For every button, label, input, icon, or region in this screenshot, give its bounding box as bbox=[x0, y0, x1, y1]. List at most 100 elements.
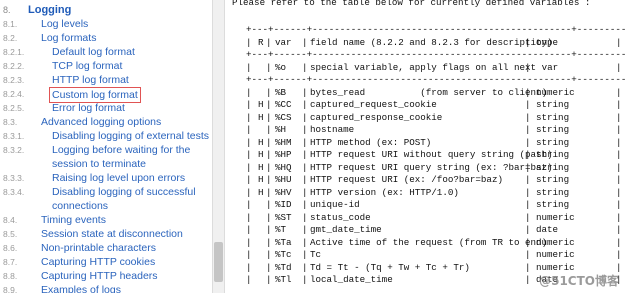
cell-border: | bbox=[266, 174, 272, 185]
toc-item[interactable]: 8.3. Advanced logging options bbox=[0, 115, 200, 129]
cell-border: | bbox=[266, 136, 272, 148]
cell-r: H bbox=[258, 111, 264, 123]
cell-border: | bbox=[525, 161, 531, 173]
toc-item-number: 8.1. bbox=[3, 19, 18, 29]
toc-item[interactable]: 8.2.2. TCP log format bbox=[0, 59, 200, 73]
cell-r: H bbox=[258, 161, 264, 173]
cell-type: string bbox=[536, 111, 570, 123]
cell-border: | bbox=[246, 124, 252, 135]
toc-item[interactable]: 8.7. Capturing HTTP cookies bbox=[0, 255, 200, 269]
cell-border: | bbox=[266, 274, 272, 285]
toc-item-link[interactable]: Examples of logs bbox=[41, 283, 121, 293]
cell-border: | bbox=[525, 261, 531, 273]
cell-type: string bbox=[536, 136, 570, 148]
table-row: | | %T | gmt_date_time | date | bbox=[226, 224, 625, 236]
cell-border: | bbox=[302, 224, 308, 235]
cell-type: string bbox=[536, 199, 570, 210]
toc-item[interactable]: 8.6. Non-printable characters bbox=[0, 241, 200, 255]
cell-border: | bbox=[246, 36, 252, 48]
toc-item-link[interactable]: Non-printable characters bbox=[41, 241, 156, 255]
cell-border: | bbox=[266, 186, 272, 198]
cell-r: H bbox=[258, 186, 264, 198]
toc-item-link[interactable]: TCP log format bbox=[52, 59, 122, 73]
toc-item-link[interactable]: Disabling logging of successful connecti… bbox=[52, 185, 202, 213]
cell-var: %Tl bbox=[275, 274, 292, 285]
cell-border: | bbox=[616, 99, 622, 110]
cell-field: bytes_read (from server to client) bbox=[310, 86, 548, 98]
toc-item[interactable]: 8.2.3. HTTP log format bbox=[0, 73, 200, 87]
cell-r: H bbox=[258, 174, 264, 185]
toc-item[interactable]: 8.1. Log levels bbox=[0, 17, 200, 31]
cell-r: H bbox=[258, 99, 264, 110]
cell-border: | bbox=[616, 111, 622, 123]
toc-item-link[interactable]: Session state at disconnection bbox=[41, 227, 183, 241]
toc-item-link[interactable]: Disabling logging of external tests bbox=[52, 129, 209, 143]
toc-item-number: 8.2.5. bbox=[3, 103, 25, 113]
toc-item[interactable]: 8.8. Capturing HTTP headers bbox=[0, 269, 200, 283]
toc-item[interactable]: 8.3.3. Raising log level upon errors bbox=[0, 171, 200, 185]
toc-item[interactable]: 8.3.2. Logging before waiting for the ses… bbox=[0, 143, 200, 171]
toc-item-link[interactable]: Timing events bbox=[41, 213, 106, 227]
cell-border: | bbox=[525, 86, 531, 98]
toc-item[interactable]: 8.2. Log formats bbox=[0, 31, 200, 45]
cell-border: | bbox=[302, 149, 308, 160]
cell-border: | bbox=[616, 199, 622, 210]
cell-border: | bbox=[302, 61, 308, 73]
toc-item[interactable]: 8.2.1. Default log format bbox=[0, 45, 200, 59]
toc-item-link[interactable]: Capturing HTTP cookies bbox=[41, 255, 155, 269]
table-row: | | %H | hostname | string | bbox=[226, 124, 625, 136]
table-row: | H | %CS | captured_response_cookie | string | bbox=[226, 112, 625, 124]
table-row: | | %ID | unique-id | string | bbox=[226, 199, 625, 211]
toc-item-link[interactable]: HTTP log format bbox=[52, 73, 129, 87]
doc-content: Please refer to the table below for curr… bbox=[226, 0, 625, 293]
cell-border: | bbox=[525, 186, 531, 198]
toc-item[interactable]: 8.2.4. Custom log format bbox=[0, 87, 200, 103]
toc-item[interactable]: 8. Logging bbox=[0, 3, 200, 17]
cell-border: | bbox=[616, 236, 622, 248]
cell-type: numeric bbox=[536, 249, 575, 260]
cell-border: | bbox=[616, 86, 622, 98]
toc-item-link[interactable]: Advanced logging options bbox=[41, 115, 161, 129]
cell-border: | bbox=[302, 124, 308, 135]
cell-var: %B bbox=[275, 86, 287, 98]
cell-border: | bbox=[266, 86, 272, 98]
toc-item-number: 8.2.2. bbox=[3, 61, 25, 71]
toc-item-link[interactable]: Default log format bbox=[52, 45, 135, 59]
table-row: | H | %CC | captured_request_cookie | string | bbox=[226, 99, 625, 111]
cell-border: | bbox=[525, 211, 531, 223]
cell-r: H bbox=[258, 149, 264, 160]
toc-item[interactable]: 8.5. Session state at disconnection bbox=[0, 227, 200, 241]
toc-item-link[interactable]: Log formats bbox=[41, 31, 96, 45]
cell-field: HTTP request URI query string (ex: ?bar=… bbox=[310, 161, 553, 173]
cell-border: | bbox=[302, 111, 308, 123]
cell-border: | bbox=[616, 224, 622, 235]
cell-type: type bbox=[536, 36, 559, 48]
toc-item-link[interactable]: Logging before waiting for the session t… bbox=[52, 143, 202, 171]
sidebar-scrollbar[interactable] bbox=[212, 0, 225, 293]
cell-border: | bbox=[266, 124, 272, 135]
cell-border: | bbox=[302, 186, 308, 198]
toc-item[interactable]: 8.4. Timing events bbox=[0, 213, 200, 227]
cell-border: | bbox=[246, 149, 252, 160]
toc-item[interactable]: 8.3.4. Disabling logging of successful co… bbox=[0, 185, 200, 213]
toc-item-link[interactable]: Capturing HTTP headers bbox=[41, 269, 158, 283]
toc-item-link[interactable]: Log levels bbox=[41, 17, 88, 31]
cell-var: %ID bbox=[275, 199, 292, 210]
cell-border: | bbox=[525, 99, 531, 110]
watermark: @51CTO博客 bbox=[539, 274, 619, 288]
toc-item[interactable]: 8.2.5. Error log format bbox=[0, 101, 200, 115]
toc-item-link[interactable]: Raising log level upon errors bbox=[52, 171, 185, 185]
cell-border: | bbox=[246, 61, 252, 73]
toc-item[interactable]: 8.3.1. Disabling logging of external test… bbox=[0, 129, 209, 143]
cell-border: | bbox=[266, 99, 272, 110]
cell-border: | bbox=[246, 224, 252, 235]
scrollbar-thumb[interactable] bbox=[214, 242, 223, 282]
toc-item-number: 8.3.1. bbox=[3, 131, 25, 141]
cell-border: | bbox=[266, 111, 272, 123]
cell-border: | bbox=[302, 136, 308, 148]
toc-item-link[interactable]: Logging bbox=[28, 3, 71, 17]
toc-item-link[interactable]: Error log format bbox=[52, 101, 125, 115]
toc-item[interactable]: 8.9. Examples of logs bbox=[0, 283, 200, 293]
cell-var: %Ta bbox=[275, 236, 292, 248]
cell-type: string bbox=[536, 149, 570, 160]
